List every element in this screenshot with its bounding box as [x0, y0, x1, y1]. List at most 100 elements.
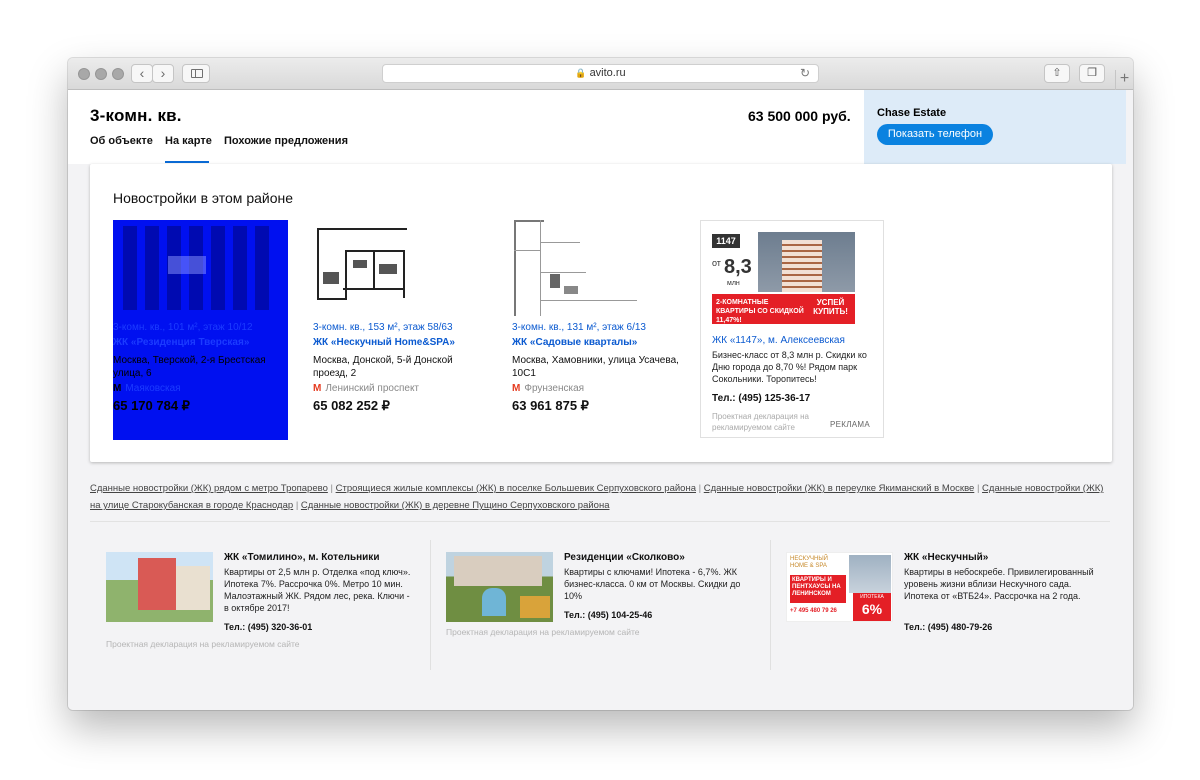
promo-banner-phone: +7 495 480 79 26: [790, 608, 837, 614]
browser-toolbar: ‹ › 🔒 avito.ru ↻ ⇧ ❐ +: [68, 58, 1133, 90]
promo-building: [849, 555, 891, 593]
newbuild-spec[interactable]: 3-комн. кв., 131 м², этаж 6/13: [512, 322, 687, 333]
plan-furniture: [564, 286, 578, 294]
building-image: [758, 232, 855, 292]
address-bar[interactable]: 🔒 avito.ru ↻: [382, 64, 819, 83]
promo-building: [454, 556, 542, 586]
newbuilds-title: Новостройки в этом районе: [113, 190, 294, 206]
promo-image[interactable]: [106, 552, 213, 622]
seo-links: Сданные новостройки (ЖК) рядом с метро Т…: [90, 480, 1110, 514]
newbuild-name[interactable]: ЖК «Резиденция Тверская»: [113, 337, 288, 348]
section-divider: [90, 521, 1110, 522]
ad-block[interactable]: 1147 от 8,3 млн 2-КОМНАТНЫЕ КВАРТИРЫ СО …: [700, 220, 884, 438]
show-phone-button[interactable]: Показать телефон: [877, 124, 993, 145]
ad-phone: Тел.: (495) 125-36-17: [712, 393, 811, 404]
plan-wall: [343, 288, 405, 290]
newbuild-spec[interactable]: 3-комн. кв., 101 м², этаж 10/12: [113, 322, 288, 333]
ad-banner-price: 8,3: [724, 256, 752, 278]
zoom-window-button[interactable]: [112, 68, 124, 80]
promo-banner-rate: 6%: [861, 601, 883, 617]
promo-title[interactable]: ЖК «Томилино», м. Котельники: [224, 552, 379, 563]
tab-similar[interactable]: Похожие предложения: [224, 135, 348, 147]
tab-about[interactable]: Об объекте: [90, 135, 153, 147]
seo-link[interactable]: Сданные новостройки (ЖК) в переулке Яким…: [704, 483, 975, 494]
plan-wall: [317, 298, 347, 300]
link-separator: |: [976, 483, 980, 494]
ad-banner-text: 2-КОМНАТНЫЕ КВАРТИРЫ СО СКИДКОЙ 11,47%!: [716, 299, 804, 324]
ad-declaration[interactable]: Проектная декларация на рекламируемом са…: [712, 411, 830, 433]
tabs-icon: ❐: [1087, 67, 1097, 79]
promo-item-1[interactable]: ЖК «Томилино», м. Котельники Квартиры от…: [106, 552, 426, 652]
promo-item-3[interactable]: НЕСКУЧНЫЙ HOME & SPA КВАРТИРЫ И ПЕНТХАУС…: [786, 552, 1106, 652]
seo-link[interactable]: Строящиеся жилые комплексы (ЖК) в поселк…: [336, 483, 696, 494]
share-icon: ⇧: [1052, 67, 1062, 79]
listing-price: 63 500 000 руб.: [748, 108, 851, 124]
metro-icon: M: [313, 383, 322, 394]
plan-wall: [540, 242, 580, 243]
share-button[interactable]: ⇧: [1044, 64, 1070, 83]
floor-plan-image[interactable]: [313, 220, 488, 318]
promo-declaration[interactable]: Проектная декларация на рекламируемом са…: [446, 627, 639, 637]
plan-wall: [540, 220, 541, 316]
page-content: 3-комн. кв. 63 500 000 руб. Об объекте Н…: [68, 90, 1133, 710]
sidebar-toggle-button[interactable]: [182, 64, 210, 83]
newbuild-name[interactable]: ЖК «Садовые кварталы»: [512, 337, 687, 348]
promo-phone: Тел.: (495) 480-79-26: [904, 622, 993, 632]
ad-banner[interactable]: 1147 от 8,3 млн 2-КОМНАТНЫЕ КВАРТИРЫ СО …: [712, 232, 855, 324]
newbuild-item-2[interactable]: 3-комн. кв., 153 м², этаж 58/63 ЖК «Неск…: [313, 220, 488, 414]
newbuild-metro-name: Маяковская: [125, 383, 181, 394]
back-button[interactable]: ‹: [131, 64, 153, 83]
promo-description: Квартиры с ключами! Ипотека - 6,7%. ЖК б…: [564, 567, 741, 601]
plan-wall: [317, 228, 319, 300]
tabs-overview-button[interactable]: ❐: [1079, 64, 1105, 83]
promo-divider: [770, 540, 771, 670]
promo-declaration[interactable]: Проектная декларация на рекламируемом са…: [106, 639, 299, 649]
floor-plan-image[interactable]: [512, 220, 687, 318]
promo-banner-brand: НЕСКУЧНЫЙ HOME & SPA: [790, 556, 828, 569]
promo-image[interactable]: [446, 552, 553, 622]
ad-banner-strip: 2-КОМНАТНЫЕ КВАРТИРЫ СО СКИДКОЙ 11,47%! …: [712, 294, 855, 324]
plan-wall: [317, 228, 407, 230]
promo-banner-label: ИПОТЕКА: [860, 594, 884, 600]
newbuild-price: 65 082 252 ₽: [313, 398, 390, 413]
promo-image[interactable]: НЕСКУЧНЫЙ HOME & SPA КВАРТИРЫ И ПЕНТХАУС…: [786, 552, 893, 622]
forward-button[interactable]: ›: [152, 64, 174, 83]
plan-furniture: [379, 264, 397, 274]
newbuild-price: 63 961 875 ₽: [512, 398, 589, 413]
newbuild-photo[interactable]: [113, 220, 288, 318]
promo-divider: [430, 540, 431, 670]
newbuild-address: Москва, Донской, 5-й Донской проезд, 2: [313, 355, 453, 379]
ad-logo: 1147: [712, 234, 740, 248]
plan-furniture: [550, 274, 560, 288]
promo-description: Квартиры в небоскребе. Привилегированный…: [904, 567, 1094, 601]
tab-map[interactable]: На карте: [165, 135, 212, 147]
newbuild-item-1[interactable]: 3-комн. кв., 101 м², этаж 10/12 ЖК «Рези…: [113, 220, 288, 440]
promo-item-2[interactable]: Резиденции «Сколково» Квартиры с ключами…: [446, 552, 766, 652]
ad-label: РЕКЛАМА: [830, 420, 871, 429]
listing-title: 3-комн. кв.: [90, 106, 182, 125]
active-tab-indicator: [165, 161, 209, 163]
reload-icon[interactable]: ↻: [800, 65, 810, 82]
promo-banner-rate-box: ИПОТЕКА 6%: [853, 593, 891, 621]
newbuild-price: 65 170 784 ₽: [113, 398, 190, 413]
newbuild-spec[interactable]: 3-комн. кв., 153 м², этаж 58/63: [313, 322, 488, 333]
newbuild-metro: M Фрунзенская: [512, 383, 687, 394]
promo-title[interactable]: Резиденции «Сколково»: [564, 552, 685, 563]
metro-icon: M: [512, 383, 521, 394]
ad-link[interactable]: ЖК «1147», м. Алексеевская: [712, 335, 845, 346]
new-tab-button[interactable]: +: [1115, 70, 1133, 90]
close-window-button[interactable]: [78, 68, 90, 80]
newbuild-name[interactable]: ЖК «Нескучный Home&SPA»: [313, 337, 488, 348]
plus-icon: +: [1119, 70, 1130, 87]
newbuild-item-3[interactable]: 3-комн. кв., 131 м², этаж 6/13 ЖК «Садов…: [512, 220, 687, 414]
seo-link[interactable]: Сданные новостройки (ЖК) рядом с метро Т…: [90, 483, 328, 494]
seo-link[interactable]: Сданные новостройки (ЖК) в деревне Пущин…: [301, 500, 610, 511]
minimize-window-button[interactable]: [95, 68, 107, 80]
link-separator: |: [330, 483, 333, 494]
url-text: avito.ru: [589, 67, 626, 79]
seller-name[interactable]: Chase Estate: [877, 107, 946, 119]
promo-title[interactable]: ЖК «Нескучный»: [904, 552, 988, 563]
plan-wall: [540, 272, 586, 273]
plan-furniture: [353, 260, 367, 268]
newbuild-address: Москва, Хамовники, улица Усачева, 10С1: [512, 355, 679, 379]
